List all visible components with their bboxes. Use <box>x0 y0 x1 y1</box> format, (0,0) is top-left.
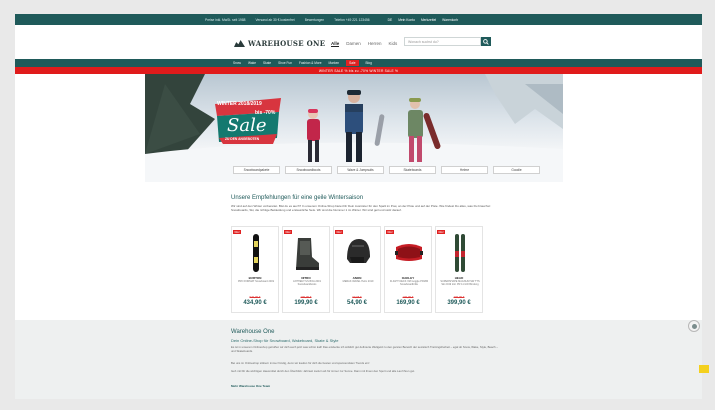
site-header: WAREHOUSE ONE Alle Damen Herren Kids Won… <box>15 25 702 59</box>
category-buttons: Snowboardpakete Snowboardboots Wave & Ju… <box>233 166 540 174</box>
browser-viewport: Preise inkl. MwSt. seit 1988 Versand ab … <box>15 14 702 399</box>
footer-link[interactable]: Mehr Warehouse One Team <box>231 384 270 388</box>
category-button[interactable]: Skateboards <box>389 166 436 174</box>
goggle-image <box>395 244 423 261</box>
footer-paragraph: Bei uns im Onlineshop stöbern immer fünd… <box>231 361 370 365</box>
product-list: NEU BURTON PRO FORMAT Snowboard 2019 529… <box>231 226 483 313</box>
product-old-price: 199,95 € <box>402 295 414 299</box>
nav-item-blog[interactable]: Blog <box>366 61 372 65</box>
nav-item-shoe-fun[interactable]: Shoe Fun <box>278 61 292 65</box>
sale-season: WINTER 2018/2019 <box>217 101 262 107</box>
promo-bar[interactable]: WINTER SALE % bis zu -70% WINTER SALE % <box>15 67 702 74</box>
logo-mountain-icon <box>234 40 245 47</box>
product-card[interactable]: NEU ANON MERAK WAVEL Helm 2019 69,95 € 5… <box>333 226 381 313</box>
cart-link[interactable]: Warenkorb <box>442 18 458 22</box>
language-switch[interactable]: DE <box>388 18 393 22</box>
category-button[interactable]: Snowboardboots <box>285 166 332 174</box>
nav-item-sale[interactable]: Sale <box>346 60 359 66</box>
search-button[interactable] <box>481 37 491 46</box>
snowboard-image <box>253 234 259 272</box>
tab-all[interactable]: Alle <box>331 41 340 47</box>
main-nav: Snow Wake Skate Shoe Fun Fashion & More … <box>15 59 702 67</box>
category-button[interactable]: Wave & Jumpsuits <box>337 166 384 174</box>
feedback-tab[interactable] <box>699 365 709 373</box>
hero-banner[interactable]: WINTER 2018/2019 bis -70% Sale ZU DEN AN… <box>145 74 563 182</box>
product-old-price: 289,95 € <box>300 295 312 299</box>
nav-item-snow[interactable]: Snow <box>233 61 241 65</box>
sale-headline: Sale <box>227 115 267 136</box>
new-badge: NEU <box>233 230 241 234</box>
footer-paragraph: Geh mit Dir die wichtigen Hausmittel dur… <box>231 369 415 373</box>
new-badge: NEU <box>386 230 394 234</box>
ski-image <box>455 234 465 272</box>
recommendations-text: Wir sind auf den Winter vorbereitet. Bis… <box>231 204 491 213</box>
info-item: Preise inkl. MwSt. seit 1988 <box>205 17 246 22</box>
info-item: Telefon +49 221 123456 <box>334 17 370 22</box>
product-old-price: 69,95 € <box>352 295 362 299</box>
logo-text: WAREHOUSE ONE <box>248 39 326 48</box>
product-old-price: 529,95 € <box>249 295 261 299</box>
logo[interactable]: WAREHOUSE ONE <box>234 39 325 48</box>
nav-item-wake[interactable]: Wake <box>248 61 256 65</box>
info-bar: Preise inkl. MwSt. seit 1988 Versand ab … <box>15 14 702 25</box>
footer-info: Warehouse One Dein Online-Shop für Snowb… <box>15 320 702 399</box>
product-price: 199,90 € <box>294 300 318 306</box>
sale-cta[interactable]: ZU DEN ANGEBOTEN <box>225 137 259 141</box>
tab-women[interactable]: Damen <box>346 41 361 47</box>
product-card[interactable]: NEU NITRO ANTHEM TLS BOA 2019 Snowboardb… <box>282 226 330 313</box>
nav-item-skate[interactable]: Skate <box>263 61 271 65</box>
category-button[interactable]: Helme <box>441 166 488 174</box>
info-item: Bewertungen <box>304 17 325 22</box>
product-old-price: 499,95 € <box>453 295 465 299</box>
product-price: 434,90 € <box>243 300 267 306</box>
category-button[interactable]: Snowboardpakete <box>233 166 280 174</box>
product-description: MERAK WAVEL Helm 2019 <box>342 280 374 283</box>
promo-text: WINTER SALE % bis zu -70% WINTER SALE % <box>318 68 399 73</box>
account-link[interactable]: Mein Konto <box>398 18 415 22</box>
product-card[interactable]: NEU HEAD SUPERSHAPE MAGNUM SW TTS Ski 20… <box>435 226 483 313</box>
trust-badge[interactable] <box>688 320 700 332</box>
trust-seal-icon <box>692 324 697 329</box>
nav-item-brands[interactable]: Marken <box>329 61 340 65</box>
new-badge: NEU <box>284 230 292 234</box>
category-button[interactable]: Goodie <box>493 166 540 174</box>
wishlist-link[interactable]: Merkzettel <box>421 18 436 22</box>
product-description: ANTHEM TLS BOA 2019 Snowboardboots <box>293 280 321 286</box>
helmet-image <box>347 239 370 263</box>
new-badge: NEU <box>335 230 343 234</box>
footer-subtitle: Dein Online-Shop für Snowboard, Wakeboar… <box>231 338 339 343</box>
product-price: 169,90 € <box>396 300 420 306</box>
tab-men[interactable]: Herren <box>368 41 382 47</box>
tab-kids[interactable]: Kids <box>389 41 398 47</box>
utility-links: DE Mein Konto Merkzettel Warenkorb <box>388 18 459 22</box>
product-price: 399,90 € <box>447 300 471 306</box>
product-card[interactable]: NEU OAKLEY FLIGHT DECK XM Goggle PRIZM S… <box>384 226 432 313</box>
product-price: 54,90 € <box>346 300 368 306</box>
nav-item-fashion[interactable]: Fashion & More <box>299 61 322 65</box>
product-description: FLIGHT DECK XM Goggle PRIZM Snowboardbri… <box>389 280 429 286</box>
product-description: SUPERSHAPE MAGNUM SW TTS Ski 2019 inkl. … <box>440 280 480 286</box>
footer-paragraph: Es ist in unserem Onlineshop getroffen w… <box>231 345 498 353</box>
gender-tabs: Alle Damen Herren Kids <box>331 41 397 47</box>
new-badge: NEU <box>437 230 445 234</box>
footer-title: Warehouse One <box>231 329 275 335</box>
boot-image <box>296 238 319 270</box>
search-icon <box>483 38 489 45</box>
recommendations-title: Unsere Empfehlungen für eine geile Winte… <box>231 195 364 201</box>
info-item: Versand ab 30 € kostenfrei <box>255 17 295 22</box>
product-description: PRO FORMAT Snowboard 2019 <box>237 280 275 283</box>
product-card[interactable]: NEU BURTON PRO FORMAT Snowboard 2019 529… <box>231 226 279 313</box>
search-input[interactable]: Wonach suchst du? <box>404 37 481 46</box>
